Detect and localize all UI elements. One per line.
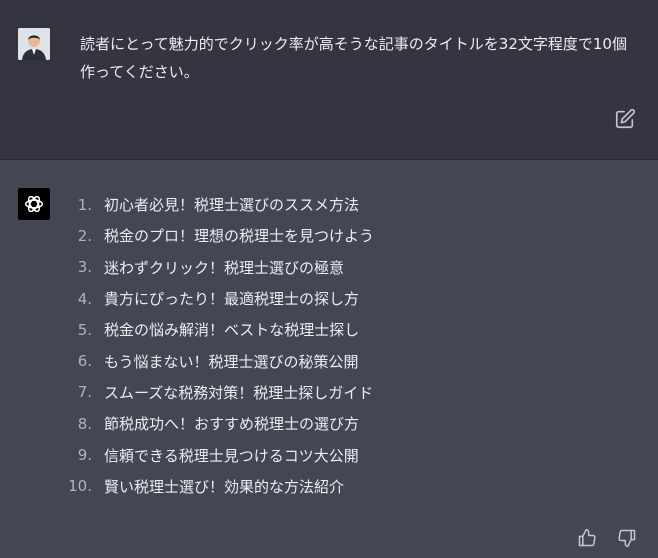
- list-item: 7. スムーズな税務対策！税理士探しガイド: [60, 377, 374, 408]
- thumbs-down-icon[interactable]: [617, 528, 637, 548]
- list-number: 2.: [77, 226, 92, 245]
- list-item-text: 初心者必見！税理士選びのススメ方法: [104, 196, 360, 215]
- list-item-text: 貴方にぴったり！最適税理士の探し方: [104, 290, 360, 309]
- list-item: 10. 賢い税理士選び！効果的な方法紹介: [60, 471, 374, 502]
- list-item-text: 節税成功へ！おすすめ税理士の選び方: [104, 415, 360, 434]
- list-item-text: 税金の悩み解消！ベストな税理士探し: [104, 321, 360, 340]
- user-prompt-text: 読者にとって魅力的でクリック率が高そうな記事のタイトルを32文字程度で10個作っ…: [80, 35, 627, 81]
- list-item: 8. 節税成功へ！おすすめ税理士の選び方: [60, 408, 374, 439]
- user-message: 読者にとって魅力的でクリック率が高そうな記事のタイトルを32文字程度で10個作っ…: [0, 0, 658, 160]
- list-item: 1. 初心者必見！税理士選びのススメ方法: [60, 189, 374, 220]
- list-number: 9.: [77, 446, 92, 465]
- list-item-text: もう悩まない！税理士選びの秘策公開: [104, 352, 359, 371]
- assistant-message: 1. 初心者必見！税理士選びのススメ方法 2. 税金のプロ！理想の税理士を見つけよう…: [0, 161, 658, 558]
- list-number: 5.: [77, 320, 92, 339]
- list-number: 8.: [77, 414, 92, 433]
- thumbs-up-icon[interactable]: [577, 528, 597, 548]
- list-number: 1.: [77, 195, 92, 214]
- list-item-text: スムーズな税務対策！税理士探しガイド: [104, 383, 374, 402]
- list-item-text: 迷わずクリック！税理士選びの極意: [104, 258, 345, 277]
- list-number: 10.: [68, 477, 92, 496]
- list-item: 2. 税金のプロ！理想の税理士を見つけよう: [60, 220, 374, 251]
- list-item: 4. 貴方にぴったり！最適税理士の探し方: [60, 283, 374, 314]
- list-item-text: 賢い税理士選び！効果的な方法紹介: [104, 477, 345, 496]
- list-number: 7.: [77, 383, 92, 402]
- list-item: 9. 信頼できる税理士見つけるコツ大公開: [60, 439, 374, 470]
- list-item-text: 税金のプロ！理想の税理士を見つけよう: [104, 227, 375, 246]
- list-number: 3.: [77, 258, 92, 277]
- list-number: 4.: [77, 289, 92, 308]
- list-item-text: 信頼できる税理士見つけるコツ大公開: [104, 446, 359, 465]
- list-item: 3. 迷わずクリック！税理士選びの極意: [60, 252, 374, 283]
- user-avatar: [18, 28, 50, 60]
- answer-list: 1. 初心者必見！税理士選びのススメ方法 2. 税金のプロ！理想の税理士を見つけよう…: [60, 189, 374, 502]
- list-item: 6. もう悩まない！税理士選びの秘策公開: [60, 345, 374, 376]
- openai-logo-icon: [18, 188, 50, 220]
- list-number: 6.: [77, 352, 92, 371]
- list-item: 5. 税金の悩み解消！ベストな税理士探し: [60, 314, 374, 345]
- edit-icon[interactable]: [614, 108, 636, 130]
